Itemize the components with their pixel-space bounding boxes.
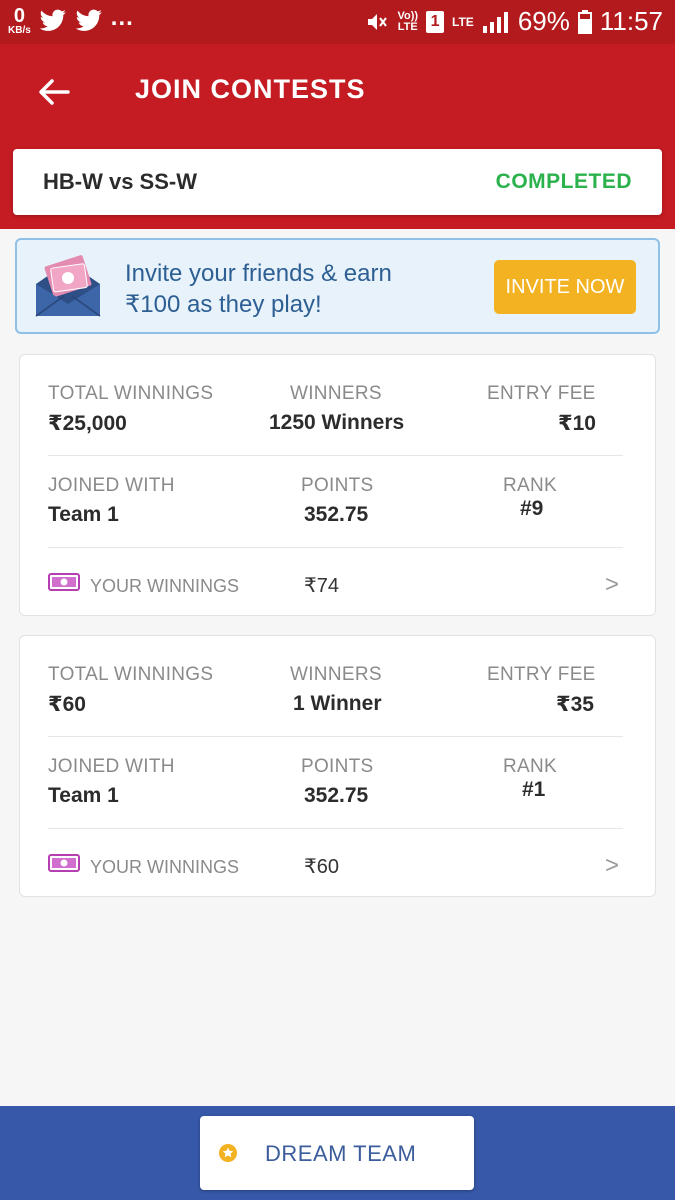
your-winnings-label: YOUR WINNINGS	[90, 857, 240, 877]
cash-icon	[48, 854, 80, 872]
invite-now-button[interactable]: INVITE NOW	[494, 260, 636, 314]
points-label: POINTS	[301, 756, 374, 777]
divider	[48, 736, 623, 737]
winners-value[interactable]: 1250 Winners	[269, 411, 404, 435]
contest-card[interactable]: TOTAL WINNINGS ₹25,000 WINNERS 1250 Winn…	[19, 354, 656, 616]
invite-message: Invite your friends & earn ₹100 as they …	[125, 258, 465, 320]
divider	[48, 828, 623, 829]
entry-fee-value: ₹10	[558, 412, 596, 435]
money-envelope-icon	[35, 255, 101, 317]
points-value: 352.75	[304, 503, 369, 526]
points-value: 352.75	[304, 784, 369, 807]
net-speed: 0 KB/s	[8, 6, 31, 36]
winners-value[interactable]: 1 Winner	[293, 692, 382, 716]
net-speed-value: 0	[13, 5, 25, 27]
points-label: POINTS	[301, 475, 374, 496]
rank-label: RANK	[503, 756, 557, 777]
sim-slot-badge: 1	[426, 10, 445, 33]
rank-value: #9	[520, 497, 544, 520]
volte-top-label: Vo))	[397, 9, 419, 22]
back-arrow-icon[interactable]	[36, 74, 72, 110]
mute-icon	[368, 13, 388, 30]
invite-line-2: ₹100 as they play!	[125, 291, 322, 318]
volte-bottom-label: LTE	[397, 20, 418, 33]
joined-team-value: Team 1	[48, 503, 119, 526]
total-winnings-value: ₹60	[48, 693, 86, 716]
lte-indicator: LTE	[452, 14, 474, 29]
status-bar: 0 KB/s ... Vo)) LTE 1 LTE 69% 11:57	[0, 0, 675, 44]
page-title: JOIN CONTESTS	[135, 74, 366, 104]
rank-value: #1	[522, 778, 546, 801]
winners-label: WINNERS	[290, 664, 382, 685]
star-icon	[219, 1144, 237, 1162]
dream-team-button[interactable]: DREAM TEAM	[200, 1116, 474, 1190]
winners-label: WINNERS	[290, 383, 382, 404]
entry-fee-value: ₹35	[556, 693, 594, 716]
cash-icon	[48, 573, 80, 591]
twitter-icon	[75, 9, 102, 31]
match-name: HB-W vs SS-W	[43, 169, 197, 194]
invite-line-1: Invite your friends & earn	[125, 260, 392, 287]
net-speed-unit: KB/s	[8, 25, 31, 36]
total-winnings-label: TOTAL WINNINGS	[48, 383, 214, 404]
app-header: JOIN CONTESTS HB-W vs SS-W COMPLETED	[0, 44, 675, 229]
invite-banner: Invite your friends & earn ₹100 as they …	[15, 238, 660, 334]
match-info-card: HB-W vs SS-W COMPLETED	[13, 149, 662, 215]
chevron-right-icon[interactable]: >	[605, 852, 619, 880]
your-winnings-label: YOUR WINNINGS	[90, 576, 240, 596]
divider	[48, 547, 623, 548]
joined-with-label: JOINED WITH	[48, 475, 175, 496]
more-notifications-icon: ...	[110, 4, 134, 31]
twitter-icon	[39, 9, 66, 31]
rank-label: RANK	[503, 475, 557, 496]
contest-card[interactable]: TOTAL WINNINGS ₹60 WINNERS 1 Winner ENTR…	[19, 635, 656, 897]
battery-percent: 69%	[517, 6, 570, 36]
clock: 11:57	[599, 6, 663, 36]
signal-strength-icon	[482, 11, 508, 33]
battery-icon	[577, 9, 592, 34]
your-winnings-value: ₹60	[304, 856, 339, 878]
joined-team-value: Team 1	[48, 784, 119, 807]
joined-with-label: JOINED WITH	[48, 756, 175, 777]
dream-team-label: DREAM TEAM	[265, 1141, 417, 1166]
entry-fee-label: ENTRY FEE	[487, 383, 596, 404]
volte-indicator: Vo)) LTE	[397, 9, 419, 33]
your-winnings-value: ₹74	[304, 575, 339, 597]
divider	[48, 455, 623, 456]
bottom-bar: DREAM TEAM	[0, 1106, 675, 1200]
match-status-badge: COMPLETED	[495, 170, 632, 193]
chevron-right-icon[interactable]: >	[605, 571, 619, 599]
entry-fee-label: ENTRY FEE	[487, 664, 596, 685]
total-winnings-label: TOTAL WINNINGS	[48, 664, 214, 685]
total-winnings-value: ₹25,000	[48, 412, 127, 435]
